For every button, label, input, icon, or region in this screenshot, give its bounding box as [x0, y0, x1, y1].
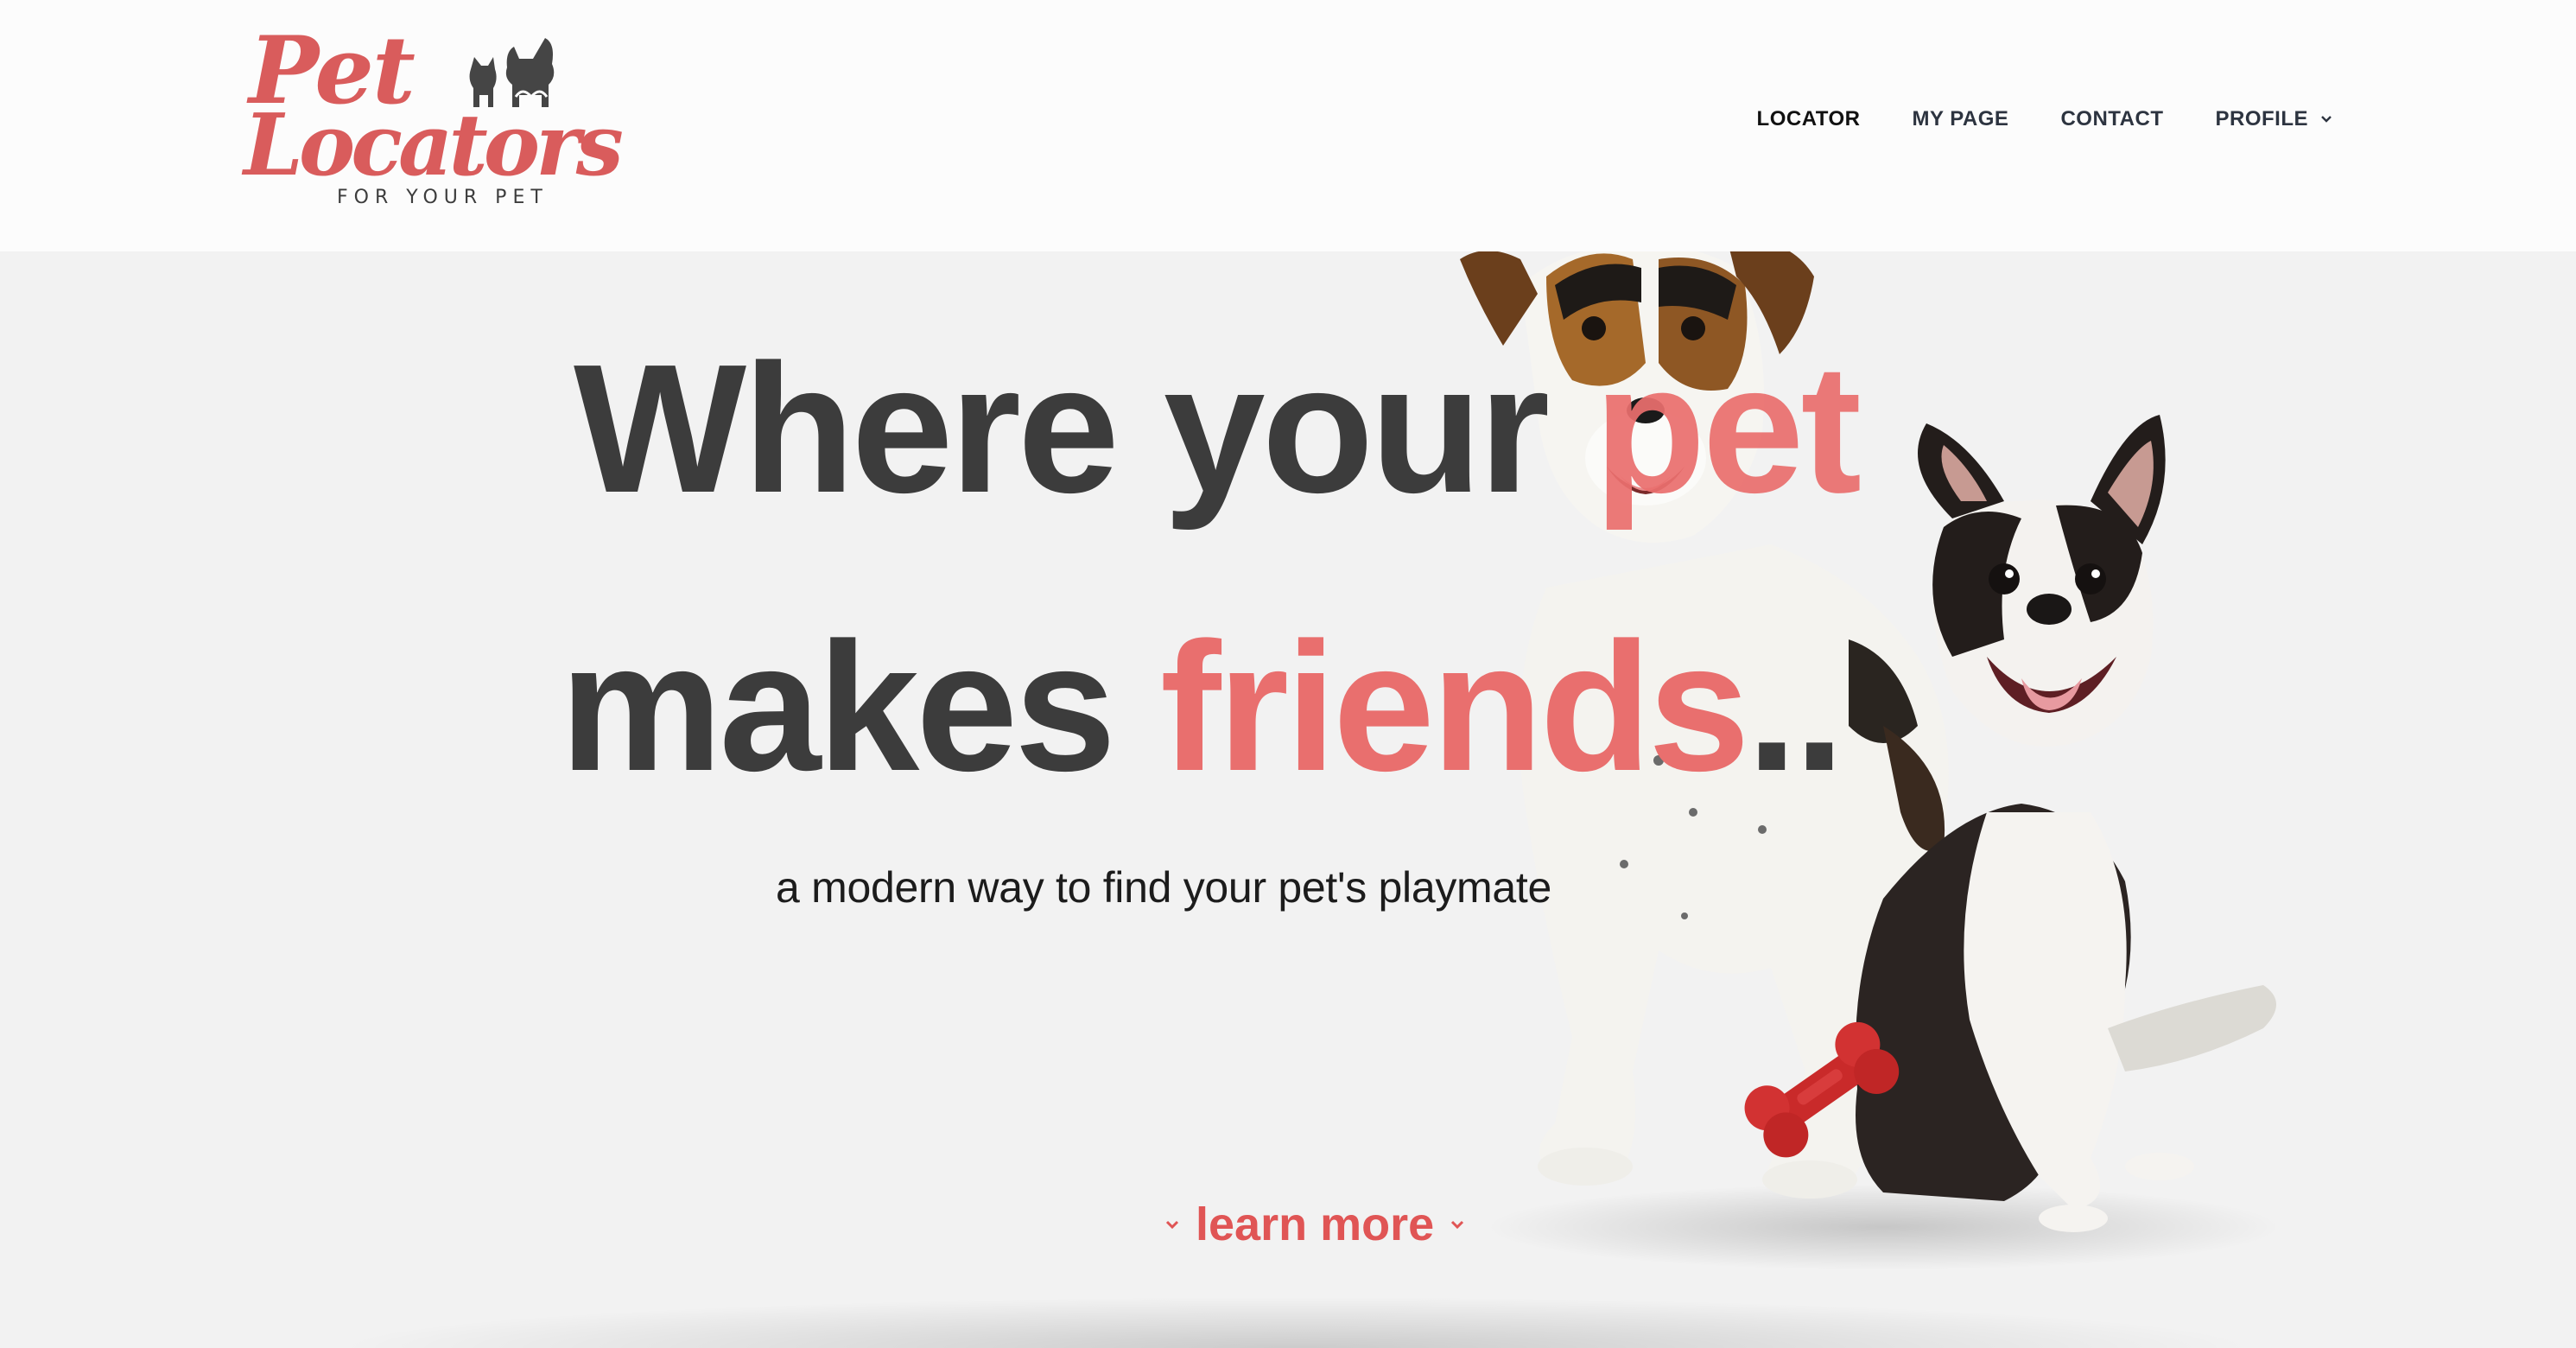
- main-nav: LOCATOR MY PAGE CONTACT PROFILE: [1757, 107, 2332, 131]
- hero-heading-accent-pet: pet: [1594, 326, 1862, 531]
- hero-heading-accent-friends: friends: [1160, 604, 1750, 809]
- nav-locator[interactable]: LOCATOR: [1757, 107, 1861, 131]
- nav-locator-label: LOCATOR: [1756, 107, 1861, 130]
- nav-contact-label: CONTACT: [2060, 107, 2164, 130]
- hero-heading-dots: ..: [1746, 604, 1845, 809]
- nav-contact[interactable]: CONTACT: [2060, 107, 2163, 131]
- hero-heading-part: Where your: [574, 326, 1595, 531]
- chevron-down-icon: [2321, 116, 2332, 123]
- logo-tagline: FOR YOUR PET: [337, 187, 549, 208]
- section-shadow: [328, 1296, 2263, 1348]
- chevron-down-icon: [1451, 1220, 1464, 1230]
- nav-my-page[interactable]: MY PAGE: [1912, 107, 2008, 131]
- chevron-down-icon: [1165, 1220, 1179, 1230]
- learn-more-button[interactable]: learn more: [1164, 1198, 1465, 1251]
- site-logo[interactable]: Pet Locators FOR YOUR PET: [242, 24, 624, 214]
- nav-my-page-label: MY PAGE: [1912, 107, 2009, 130]
- hero-heading-line-1: Where your pet: [574, 337, 1862, 520]
- learn-more-label: learn more: [1196, 1199, 1435, 1250]
- hero-heading-line-2: makes friends..: [560, 615, 1845, 798]
- hero-subtitle: a modern way to find your pet's playmate: [776, 863, 1552, 912]
- logo-word-locators: Locators: [244, 96, 624, 195]
- hero-heading-part: makes: [560, 604, 1161, 809]
- site-header: Pet Locators FOR YOUR PET LOCATOR MY PAG…: [0, 0, 2576, 251]
- nav-profile-label: PROFILE: [2215, 107, 2308, 130]
- nav-profile[interactable]: PROFILE: [2215, 107, 2332, 131]
